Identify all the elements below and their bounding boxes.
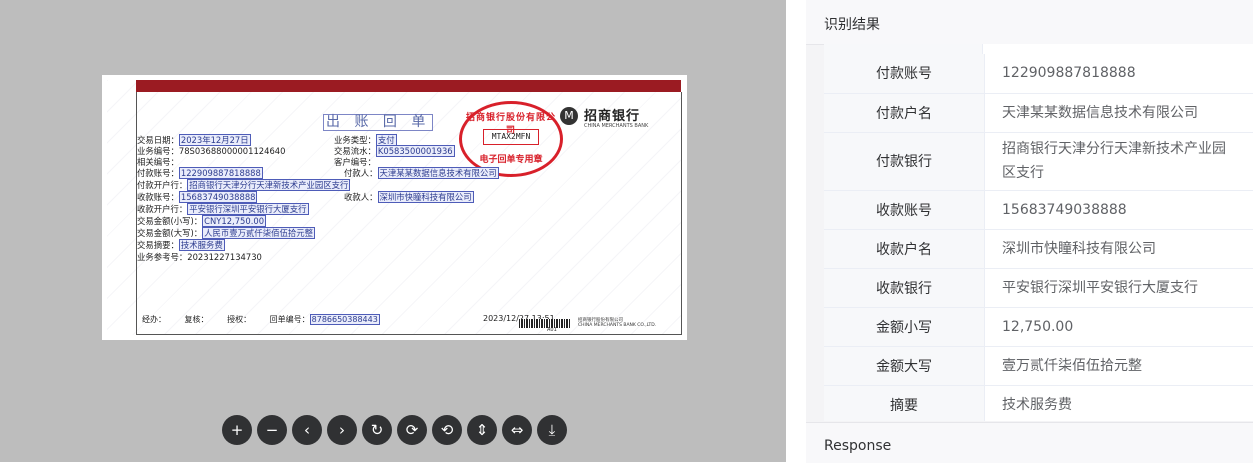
- summary-line: 交易摘要：技术服务费: [137, 240, 225, 251]
- amount-small-line: 交易金额(小写)：CNY12,750.00: [137, 216, 266, 227]
- field-value: 平安银行深圳平安银行大厦支行: [985, 268, 1253, 307]
- payer-account-line: 付款账号：122909887818888: [137, 168, 263, 179]
- field-value: 招商银行天津分行天津新技术产业园区支行: [985, 132, 1253, 190]
- table-row: 付款户名天津某某数据信息技术有限公司: [824, 93, 1253, 132]
- response-title: Response: [824, 438, 891, 454]
- payer-bank-value: 招商银行天津分行天津新技术产业园区支行: [187, 179, 350, 191]
- payee-account-value: 15683749038888: [179, 191, 258, 203]
- field-value: 122909887818888: [985, 54, 1253, 93]
- refresh-icon: ↻: [371, 423, 384, 438]
- next-button[interactable]: ›: [327, 415, 357, 445]
- fit-height-icon: ⇕: [476, 423, 489, 438]
- trade-date-value: 2023年12月27日: [179, 134, 251, 146]
- trade-date-line: 交易日期：2023年12月27日: [137, 135, 251, 146]
- field-value: 天津某某数据信息技术有限公司: [985, 93, 1253, 132]
- prev-button[interactable]: ‹: [292, 415, 322, 445]
- payer-bank-line: 付款开户行：招商银行天津分行天津新技术产业园区支行: [137, 180, 350, 191]
- signature-line: 经办： 复核： 授权： 回单编号：8786650388443: [142, 314, 396, 325]
- payee-value: 深圳市快瞳科技有限公司: [378, 191, 474, 203]
- table-row: 摘要技术服务费: [824, 385, 1253, 421]
- rotate-right-button[interactable]: ⟳: [397, 415, 427, 445]
- footer-code: A01: [547, 327, 557, 333]
- amount-small-value: CNY12,750.00: [202, 215, 266, 227]
- chevron-left-icon: ‹: [304, 423, 310, 438]
- receipt-paper: 出 账 回 单 招商银行股份有限公司 MTAX2MFN 电子回单专用章 M 招商…: [107, 80, 682, 335]
- viewer-toolbar: + − ‹ › ↻ ⟳ ⟲ ⇕ ⇔ ⤓: [222, 415, 567, 445]
- rotate-left-icon: ⟲: [441, 423, 454, 438]
- result-panel: 识别结果 付款账号122909887818888付款户名天津某某数据信息技术有限…: [806, 0, 1253, 462]
- result-panel-title: 识别结果: [824, 14, 880, 34]
- download-icon: ⤓: [549, 423, 556, 438]
- table-row: 收款户名深圳市快瞳科技有限公司: [824, 229, 1253, 268]
- table-row: 收款账号15683749038888: [824, 190, 1253, 229]
- table-row: 金额大写壹万贰仟柒佰伍拾元整: [824, 346, 1253, 385]
- result-table-scroll[interactable]: 付款账号122909887818888付款户名天津某某数据信息技术有限公司付款银…: [824, 44, 1253, 421]
- bank-seal: 招商银行股份有限公司 MTAX2MFN 电子回单专用章: [459, 101, 563, 177]
- summary-value: 技术服务费: [179, 239, 225, 251]
- serial-no-line: 交易流水：K0583500001936: [334, 146, 455, 157]
- seal-code: MTAX2MFN: [483, 129, 539, 145]
- table-row: 金额小写12,750.00: [824, 307, 1253, 346]
- reference-value: 20231227134730: [187, 252, 262, 262]
- payee-account-line: 收款账号：15683749038888: [137, 192, 257, 203]
- field-label: 收款户名: [824, 229, 985, 268]
- field-value: 壹万贰仟柒佰伍拾元整: [985, 346, 1253, 385]
- response-section[interactable]: Response: [806, 422, 1253, 463]
- bank-name-cn: 招商银行: [584, 105, 640, 124]
- rotate-left-button[interactable]: ⟲: [432, 415, 462, 445]
- payer-account-value: 122909887818888: [179, 167, 263, 179]
- table-row: 付款银行招商银行天津分行天津新技术产业园区支行: [824, 132, 1253, 190]
- receipt-image: 出 账 回 单 招商银行股份有限公司 MTAX2MFN 电子回单专用章 M 招商…: [102, 75, 687, 340]
- rotate-right-icon: ⟳: [406, 423, 419, 438]
- field-label: 摘要: [824, 385, 985, 421]
- field-label: 付款户名: [824, 93, 985, 132]
- field-label: 付款账号: [824, 54, 985, 93]
- result-panel-header: 识别结果: [806, 0, 1253, 45]
- fit-width-button[interactable]: ⇔: [502, 415, 532, 445]
- fit-width-icon: ⇔: [511, 423, 524, 438]
- receipt-title: 出 账 回 单: [323, 114, 433, 131]
- field-value: 技术服务费: [985, 385, 1253, 421]
- field-label: 付款银行: [824, 132, 985, 190]
- amount-big-value: 人民币壹万贰仟柒佰伍拾元整: [202, 227, 315, 239]
- minus-icon: −: [266, 423, 279, 438]
- amount-big-line: 交易金额(大写)：人民币壹万贰仟柒佰伍拾元整: [137, 228, 315, 239]
- bank-logo-icon: M: [560, 107, 578, 125]
- field-value: 12,750.00: [985, 307, 1253, 346]
- payee-line: 收款人：深圳市快瞳科技有限公司: [344, 192, 474, 203]
- download-button[interactable]: ⤓: [537, 415, 567, 445]
- seal-bottom-text: 电子回单专用章: [462, 152, 560, 165]
- chevron-right-icon: ›: [339, 423, 345, 438]
- result-table: 付款账号122909887818888付款户名天津某某数据信息技术有限公司付款银…: [824, 54, 1253, 421]
- field-label: 收款银行: [824, 268, 985, 307]
- fit-height-button[interactable]: ⇕: [467, 415, 497, 445]
- plus-icon: +: [231, 423, 244, 438]
- bank-name-en: CHINA MERCHANTS BANK: [584, 123, 648, 129]
- payer-line: 付款人：天津某某数据信息技术有限公司: [344, 168, 499, 179]
- field-value: 15683749038888: [985, 190, 1253, 229]
- barcode: [519, 319, 571, 328]
- field-label: 金额大写: [824, 346, 985, 385]
- table-row: 付款账号122909887818888: [824, 54, 1253, 93]
- customer-no-line: 客户编号：: [334, 157, 376, 168]
- business-no-line: 业务编号：78S036880000011246​40: [137, 146, 285, 157]
- field-label: 金额小写: [824, 307, 985, 346]
- zoom-in-button[interactable]: +: [222, 415, 252, 445]
- field-value: 深圳市快瞳科技有限公司: [985, 229, 1253, 268]
- payer-value: 天津某某数据信息技术有限公司: [378, 167, 499, 179]
- serial-no-value: K0583500001936: [376, 145, 455, 157]
- payee-bank-line: 收款开户行：平安银行深圳平安银行大厦支行: [137, 204, 309, 215]
- receipt-no-value: 8786650388443: [310, 314, 380, 325]
- receipt-header-bar: [136, 80, 681, 92]
- business-no-value: 78S036880000011246​40: [179, 146, 286, 156]
- zoom-out-button[interactable]: −: [257, 415, 287, 445]
- reference-line: 业务参考号：20231227134730: [137, 252, 262, 263]
- related-no-line: 相关编号：: [137, 157, 179, 168]
- field-label: 收款账号: [824, 190, 985, 229]
- payee-bank-value: 平安银行深圳平安银行大厦支行: [187, 203, 308, 215]
- document-viewer: 出 账 回 单 招商银行股份有限公司 MTAX2MFN 电子回单专用章 M 招商…: [0, 0, 786, 462]
- footer-bank: 招商银行股份有限公司 CHINA MERCHANTS BANK CO.,LTD.: [578, 317, 656, 328]
- rotate-reset-button[interactable]: ↻: [362, 415, 392, 445]
- table-row: 收款银行平安银行深圳平安银行大厦支行: [824, 268, 1253, 307]
